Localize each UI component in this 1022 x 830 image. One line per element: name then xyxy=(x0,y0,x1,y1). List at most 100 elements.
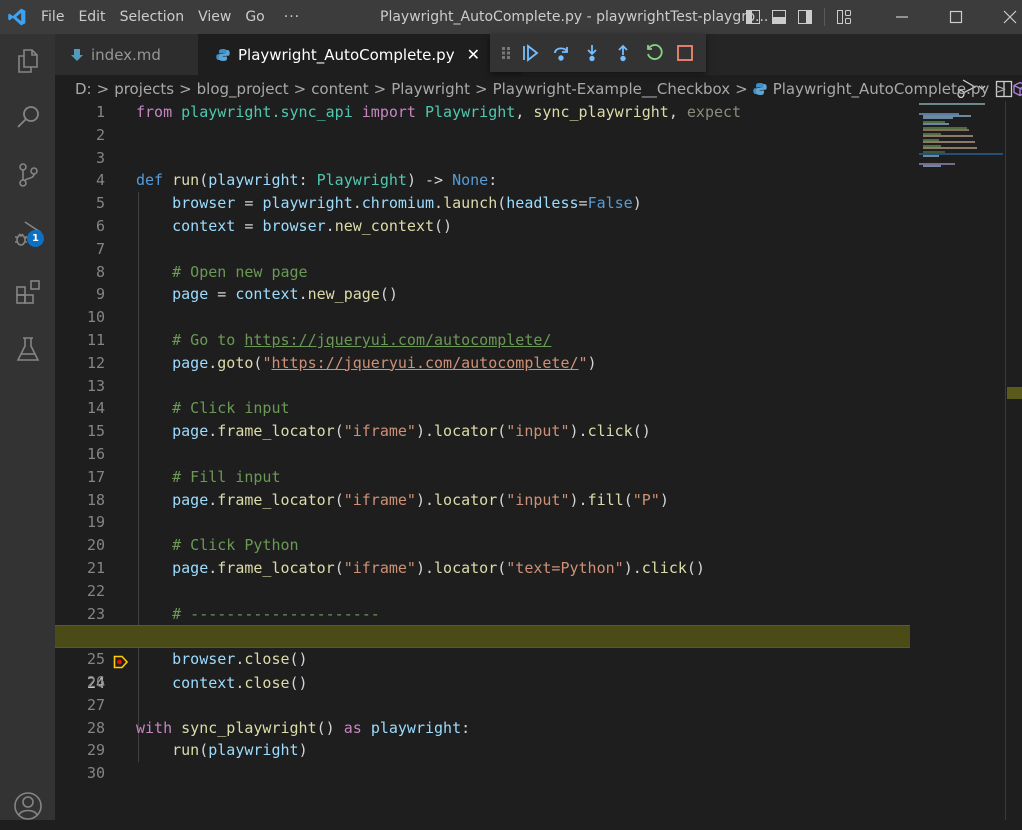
minimap-line xyxy=(919,103,985,105)
code-line-27: 27 xyxy=(55,694,910,717)
vertical-scrollbar[interactable] xyxy=(1005,101,1022,820)
code-line-17: 17 # Fill input xyxy=(55,466,910,489)
activity-bar: 1 xyxy=(0,34,55,820)
maximize-button[interactable] xyxy=(929,0,983,34)
step-into-button[interactable] xyxy=(576,38,607,68)
code-line-8: 8 # Open new page xyxy=(55,261,910,284)
breadcrumb-item[interactable]: Playwright-Example__Checkbox xyxy=(493,80,731,98)
minimap-line xyxy=(923,117,953,119)
code-line-23: 23 # --------------------- xyxy=(55,603,910,626)
code-line-10: 10 xyxy=(55,306,910,329)
code-line-13: 13 xyxy=(55,375,910,398)
breadcrumb-item[interactable]: blog_project xyxy=(197,80,289,98)
tab-playwright-autocomplete[interactable]: Playwright_AutoComplete.py ✕ xyxy=(198,34,523,75)
menu-edit[interactable]: Edit xyxy=(71,0,112,34)
scrollbar-current-line-marker xyxy=(1007,387,1022,399)
debug-toolbar xyxy=(490,34,706,72)
toggle-secondary-sidebar-button[interactable] xyxy=(792,0,818,34)
breadcrumb-item[interactable]: content xyxy=(311,80,368,98)
menu-more[interactable]: ··· xyxy=(272,0,312,34)
breadcrumb-item[interactable]: Playwright xyxy=(391,80,470,98)
tab-index-md[interactable]: index.md xyxy=(55,34,198,75)
continue-button[interactable] xyxy=(514,38,545,68)
drag-handle-icon[interactable] xyxy=(498,38,514,68)
breadcrumb-separator: > xyxy=(994,80,1007,98)
toggle-primary-sidebar-button[interactable] xyxy=(740,0,766,34)
code-line-2: 2 xyxy=(55,124,910,147)
breadcrumb-item[interactable]: Playwright_AutoComplete.py xyxy=(773,80,990,98)
menu-view[interactable]: View xyxy=(191,0,238,34)
code-line-18: 18 page.frame_locator("iframe").locator(… xyxy=(55,489,910,512)
code-line-14: 14 # Click input xyxy=(55,397,910,420)
explorer-icon[interactable] xyxy=(0,37,55,85)
breadcrumb-item[interactable]: D: xyxy=(75,80,92,98)
window-title: Playwright_AutoComplete.py - playwrightT… xyxy=(380,0,768,34)
tab-label: Playwright_AutoComplete.py xyxy=(238,46,455,64)
breadcrumb-separator: > xyxy=(475,80,488,98)
code-editor[interactable]: 1from playwright.sync_api import Playwri… xyxy=(55,101,1022,820)
code-line-20: 20 # Click Python xyxy=(55,534,910,557)
markdown-icon xyxy=(71,48,83,62)
code-line-25: 25 browser.close() xyxy=(55,648,910,671)
search-icon[interactable] xyxy=(0,93,55,141)
toggle-panel-button[interactable] xyxy=(766,0,792,34)
testing-icon[interactable] xyxy=(0,325,55,373)
code-line-3: 3 xyxy=(55,147,910,170)
code-line-7: 7 xyxy=(55,238,910,261)
code-line-16: 16 xyxy=(55,443,910,466)
code-line-12: 12 page.goto("https://jqueryui.com/autoc… xyxy=(55,352,910,375)
minimap[interactable] xyxy=(915,101,1005,181)
python-icon xyxy=(753,82,767,96)
minimap-line xyxy=(923,147,977,149)
code-line-1: 1from playwright.sync_api import Playwri… xyxy=(55,101,910,124)
step-out-button[interactable] xyxy=(607,38,638,68)
code-line-22: 22 xyxy=(55,580,910,603)
minimap-line xyxy=(923,155,939,157)
minimize-button[interactable] xyxy=(875,0,929,34)
code-line-4: 4def run(playwright: Playwright) -> None… xyxy=(55,169,910,192)
code-line-15: 15 page.frame_locator("iframe").locator(… xyxy=(55,420,910,443)
code-line-28: 28with sync_playwright() as playwright: xyxy=(55,717,910,740)
string-link[interactable]: https://jqueryui.com/autocomplete/ xyxy=(271,354,578,372)
breadcrumb-separator: > xyxy=(179,80,192,98)
code-line-30: 30 xyxy=(55,762,910,785)
code-line-19: 19 xyxy=(55,511,910,534)
code-line-24-current: 24 context.close() xyxy=(55,625,910,648)
source-control-icon[interactable] xyxy=(0,151,55,199)
debug-badge: 1 xyxy=(27,230,44,247)
minimap-line xyxy=(923,135,973,137)
restart-button[interactable] xyxy=(638,38,669,68)
close-window-button[interactable] xyxy=(983,0,1022,34)
comment-link[interactable]: https://jqueryui.com/autocomplete/ xyxy=(244,331,551,349)
minimap-line xyxy=(923,165,941,167)
tab-label: index.md xyxy=(91,46,161,64)
vscode-logo-icon xyxy=(0,0,34,34)
breadcrumb-item[interactable]: projects xyxy=(114,80,174,98)
stop-button[interactable] xyxy=(669,38,700,68)
account-icon[interactable] xyxy=(0,782,55,830)
title-separator xyxy=(824,8,825,26)
code-line-9: 9 page = context.new_page() xyxy=(55,283,910,306)
code-line-6: 6 context = browser.new_context() xyxy=(55,215,910,238)
code-line-29: 29 run(playwright) xyxy=(55,739,910,762)
code-line-11: 11 # Go to https://jqueryui.com/autocomp… xyxy=(55,329,910,352)
breadcrumb-separator: > xyxy=(97,80,110,98)
breadcrumb-separator: > xyxy=(294,80,307,98)
code-line-26: 26 xyxy=(55,671,910,694)
breadcrumb-separator: > xyxy=(374,80,387,98)
breadcrumb-separator: > xyxy=(735,80,748,98)
breadcrumb: D: > projects > blog_project > content >… xyxy=(55,75,1022,103)
code-line-5: 5 browser = playwright.chromium.launch(h… xyxy=(55,192,910,215)
menu-file[interactable]: File xyxy=(34,0,71,34)
customize-layout-button[interactable] xyxy=(831,0,857,34)
code-line-21: 21 page.frame_locator("iframe").locator(… xyxy=(55,557,910,580)
menu-go[interactable]: Go xyxy=(238,0,271,34)
step-over-button[interactable] xyxy=(545,38,576,68)
close-tab-icon[interactable]: ✕ xyxy=(467,45,480,64)
menu-selection[interactable]: Selection xyxy=(113,0,192,34)
run-debug-icon[interactable]: 1 xyxy=(0,210,55,258)
minimap-line xyxy=(923,129,969,131)
python-icon xyxy=(216,48,230,62)
extensions-icon[interactable] xyxy=(0,268,55,316)
title-bar: File Edit Selection View Go ··· Playwrig… xyxy=(0,0,1022,34)
